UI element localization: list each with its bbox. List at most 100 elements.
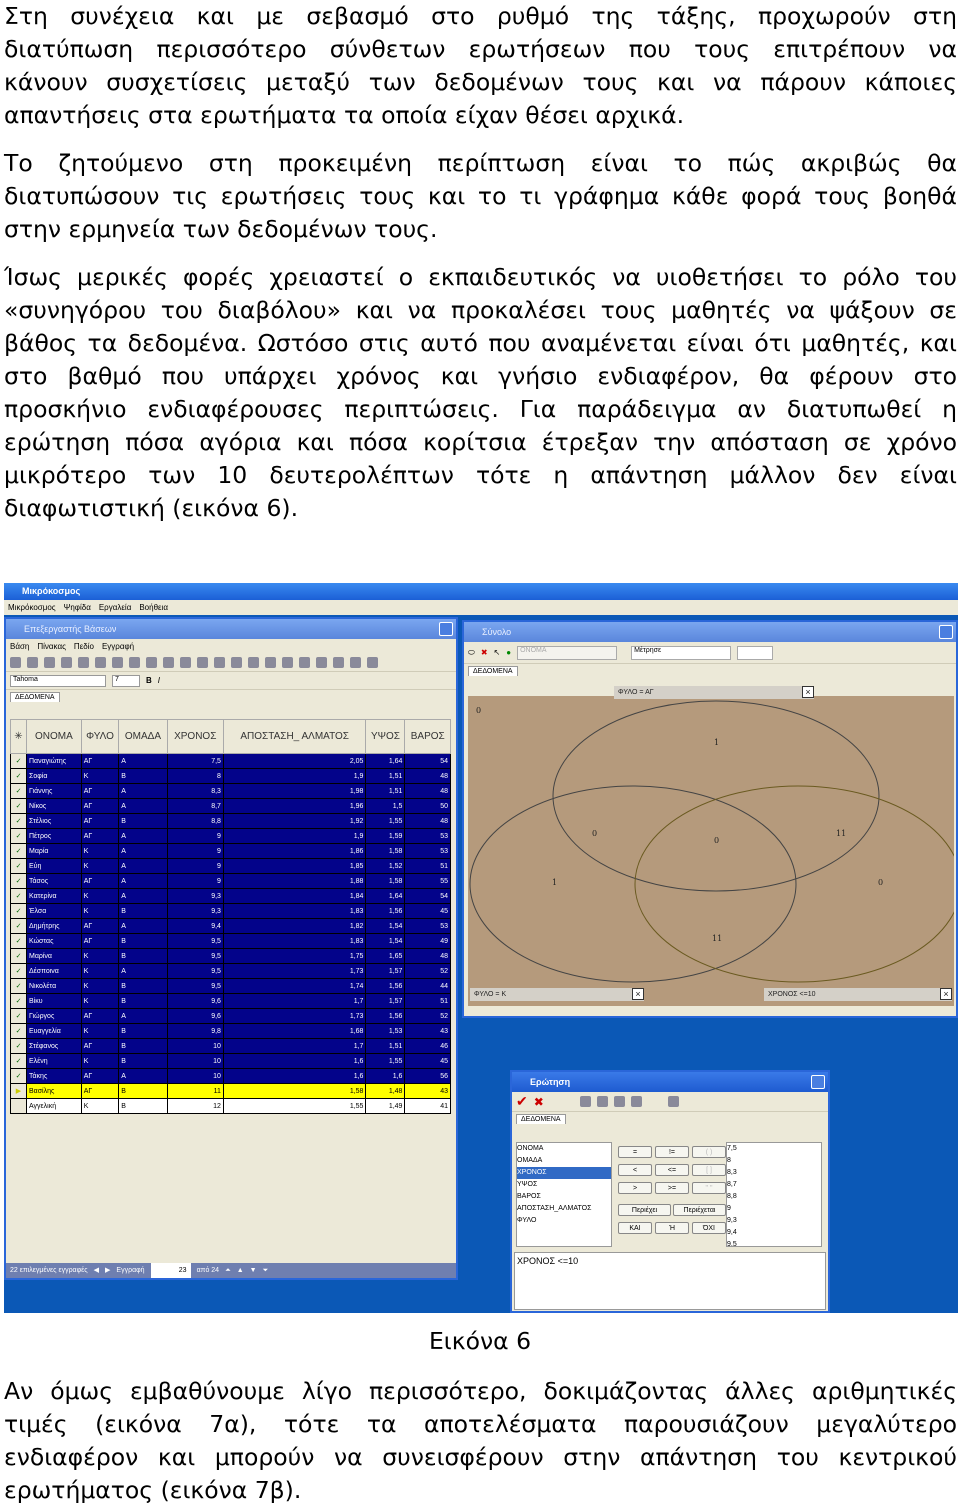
- field-item[interactable]: ΑΠΟΣΤΑΣΗ_ΑΛΜΑΤΟΣ: [517, 1203, 611, 1215]
- table-cell[interactable]: Κ: [80, 888, 120, 904]
- table-row[interactable]: ✓ Έλσα Κ Β 9,3 1,83 1,56 45: [10, 903, 451, 919]
- table-row[interactable]: ▶ Βασίλης ΑΓ Β 11 1,58 1,48 43: [10, 1083, 451, 1099]
- row-selector[interactable]: ✓: [10, 948, 27, 964]
- row-selector[interactable]: ✓: [10, 903, 27, 919]
- table-cell[interactable]: Α: [118, 888, 168, 904]
- table-cell[interactable]: Κώστας: [26, 933, 82, 949]
- table-cell[interactable]: 1,56: [365, 1008, 406, 1024]
- pointer-icon[interactable]: ↖: [494, 648, 501, 657]
- table-cell[interactable]: 1,52: [365, 858, 406, 874]
- operator-button[interactable]: " ": [692, 1182, 726, 1194]
- menu-item[interactable]: Εργαλεία: [99, 603, 131, 612]
- table-row[interactable]: ✓ Νικολέτα Κ Β 9,5 1,74 1,56 44: [10, 978, 451, 994]
- menu-item[interactable]: Πίνακας: [37, 642, 66, 651]
- table-cell[interactable]: 1,56: [365, 978, 406, 994]
- table-cell[interactable]: 8,3: [166, 783, 224, 799]
- operator-button[interactable]: ΚΑΙ: [618, 1222, 652, 1234]
- row-selector[interactable]: ✓: [10, 768, 27, 784]
- toolbar-button-icon[interactable]: [367, 657, 378, 668]
- size-select[interactable]: 7: [112, 674, 140, 687]
- table-cell[interactable]: Έλσα: [26, 903, 82, 919]
- query-run-icon[interactable]: [630, 1096, 642, 1107]
- table-cell[interactable]: Α: [118, 753, 168, 769]
- row-selector[interactable]: ✓: [10, 1038, 27, 1054]
- table-cell[interactable]: 9,3: [166, 888, 224, 904]
- table-cell[interactable]: Α: [118, 783, 168, 799]
- table-cell[interactable]: Α: [118, 1068, 168, 1084]
- toolbar-button-icon[interactable]: [265, 657, 276, 668]
- table-cell[interactable]: 9,6: [166, 1008, 224, 1024]
- select-icon[interactable]: ●: [506, 648, 511, 657]
- operator-button[interactable]: !=: [655, 1146, 689, 1158]
- toolbar-button-icon[interactable]: [95, 657, 106, 668]
- operator-button[interactable]: <: [618, 1164, 652, 1176]
- table-cell[interactable]: 41: [404, 1098, 451, 1114]
- row-selector[interactable]: ✓: [10, 873, 27, 889]
- toolbar-button-icon[interactable]: [44, 657, 55, 668]
- table-cell[interactable]: 1,51: [365, 783, 406, 799]
- table-row[interactable]: ✓ Ευαγγελία Κ Β 9,8 1,68 1,53 43: [10, 1023, 451, 1039]
- row-selector[interactable]: ✓: [10, 813, 27, 829]
- row-selector[interactable]: ✓: [10, 858, 27, 874]
- operator-button[interactable]: =: [618, 1146, 652, 1158]
- table-cell[interactable]: 1,68: [222, 1023, 367, 1039]
- delete-set-icon[interactable]: ✖: [481, 648, 488, 657]
- field-item[interactable]: ΒΑΡΟΣ: [517, 1191, 611, 1203]
- table-cell[interactable]: ΑΓ: [80, 918, 120, 934]
- table-cell[interactable]: Κ: [80, 978, 120, 994]
- maximize-button[interactable]: [439, 622, 453, 636]
- table-cell[interactable]: 51: [404, 993, 451, 1009]
- toolbar-button-icon[interactable]: [129, 657, 140, 668]
- operator-button[interactable]: Περιέχει: [618, 1204, 671, 1216]
- table-cell[interactable]: ΑΓ: [80, 933, 120, 949]
- toolbar-button-icon[interactable]: [299, 657, 310, 668]
- toolbar-button-icon[interactable]: [112, 657, 123, 668]
- tab-data[interactable]: ΔΕΔΟΜΕΝΑ: [10, 692, 60, 702]
- table-cell[interactable]: 1,54: [365, 918, 406, 934]
- toolbar-button-icon[interactable]: [163, 657, 174, 668]
- table-cell[interactable]: 12: [166, 1098, 224, 1114]
- menu-item[interactable]: Ψηφίδα: [64, 603, 91, 612]
- table-cell[interactable]: 1,5: [365, 798, 406, 814]
- field-item[interactable]: ΦΥΛΟ: [517, 1215, 611, 1227]
- table-cell[interactable]: Εύη: [26, 858, 82, 874]
- table-cell[interactable]: Β: [118, 933, 168, 949]
- toolbar-button-icon[interactable]: [214, 657, 225, 668]
- table-row[interactable]: ✓ Στέφανος ΑΓ Β 10 1,7 1,51 46: [10, 1038, 451, 1054]
- table-cell[interactable]: Μαρία: [26, 843, 82, 859]
- query-remove-icon[interactable]: [613, 1096, 625, 1107]
- table-cell[interactable]: 1,82: [222, 918, 367, 934]
- table-cell[interactable]: 43: [404, 1023, 451, 1039]
- row-selector[interactable]: ▶: [10, 1083, 27, 1099]
- table-cell[interactable]: Α: [118, 963, 168, 979]
- value-item[interactable]: 7,5: [727, 1143, 821, 1155]
- value-item[interactable]: 9,3: [727, 1215, 821, 1227]
- column-header[interactable]: ΑΠΟΣΤΑΣΗ_ ΑΛΜΑΤΟΣ: [222, 719, 367, 754]
- table-cell[interactable]: Γιάννης: [26, 783, 82, 799]
- table-cell[interactable]: Β: [118, 1038, 168, 1054]
- tab-data[interactable]: ΔΕΔΟΜΕΝΑ: [516, 1114, 566, 1124]
- table-cell[interactable]: 1,58: [365, 873, 406, 889]
- table-cell[interactable]: Α: [118, 873, 168, 889]
- table-cell[interactable]: 1,86: [222, 843, 367, 859]
- operator-button[interactable]: >: [618, 1182, 652, 1194]
- table-cell[interactable]: ΑΓ: [80, 783, 120, 799]
- table-cell[interactable]: 9,3: [166, 903, 224, 919]
- table-row[interactable]: ✓ Τάσος ΑΓ Α 9 1,88 1,58 55: [10, 873, 451, 889]
- table-cell[interactable]: 46: [404, 1038, 451, 1054]
- set-right[interactable]: [634, 785, 954, 983]
- italic-button[interactable]: I: [158, 676, 160, 685]
- set-top[interactable]: [552, 700, 880, 892]
- table-cell[interactable]: 1,65: [365, 948, 406, 964]
- table-cell[interactable]: 1,58: [222, 1083, 367, 1099]
- option-select[interactable]: [737, 645, 774, 660]
- row-selector[interactable]: ✓: [10, 1008, 27, 1024]
- table-cell[interactable]: Α: [118, 1008, 168, 1024]
- table-cell[interactable]: 11: [166, 1083, 224, 1099]
- toolbar-button-icon[interactable]: [316, 657, 327, 668]
- toolbar-button-icon[interactable]: [231, 657, 242, 668]
- table-cell[interactable]: 1,49: [365, 1098, 406, 1114]
- table-cell[interactable]: Κατερίνα: [26, 888, 82, 904]
- table-cell[interactable]: Β: [118, 1023, 168, 1039]
- field-item[interactable]: ΟΝΟΜΑ: [517, 1143, 611, 1155]
